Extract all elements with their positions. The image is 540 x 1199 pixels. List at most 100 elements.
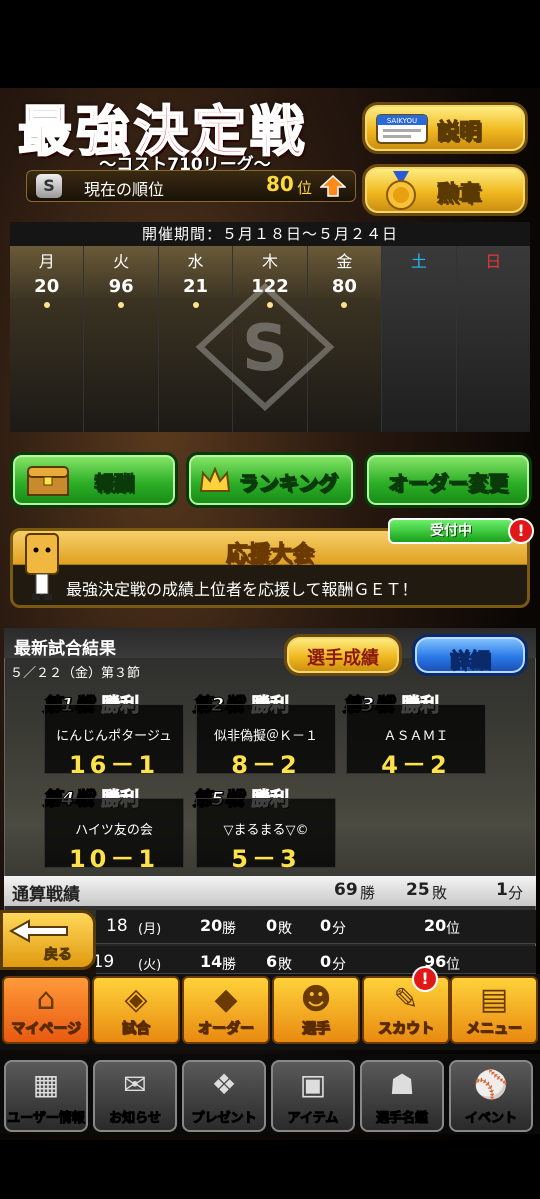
day-name: 月 <box>38 252 55 271</box>
game-score: 8－2 <box>231 751 301 779</box>
row-day: 5/19 <box>96 952 115 972</box>
row-losses: 6 <box>266 952 278 971</box>
manual-icon: SAIKYOU <box>376 114 428 144</box>
draws-unit: 分 <box>508 884 524 902</box>
event-icon: ⚾ <box>473 1068 509 1101</box>
support-event-description: 最強決定戦の成績上位者を応援して報酬ＧＥＴ！ <box>66 580 418 599</box>
day-marker <box>118 302 125 308</box>
notice-icon: ✉ <box>123 1068 147 1101</box>
medal-button[interactable]: 勲章 <box>362 164 528 216</box>
row-wins-unit: 勝 <box>222 921 236 937</box>
row-rank-unit: 位 <box>446 921 460 937</box>
game-4-card[interactable]: ハイツ友の会 10－1 <box>44 798 184 873</box>
row-draws: 0 <box>320 916 332 935</box>
losses-unit: 敗 <box>432 884 448 902</box>
row-losses: 0 <box>266 916 278 935</box>
rank-value: 80 <box>266 172 294 196</box>
reward-button[interactable]: 報酬 <box>10 452 178 508</box>
s-rank-emblem-icon: S <box>195 282 335 412</box>
row-draws-unit: 分 <box>332 957 346 973</box>
user-info-icon: ▦ <box>32 1068 60 1101</box>
help-button[interactable]: SAIKYOU 説明 <box>362 102 528 154</box>
scout-alert-icon: ! <box>412 966 438 992</box>
opponent-name: ハイツ友の会 <box>75 823 153 838</box>
rank-up-arrow-icon <box>320 175 346 197</box>
day-rank: 20 <box>34 276 60 297</box>
ranking-button[interactable]: ランキング <box>186 452 356 508</box>
nav-event[interactable]: ⚾ イベント <box>449 1060 533 1132</box>
wins-unit: 勝 <box>360 884 376 902</box>
order-change-button[interactable]: オーダー変更 <box>364 452 532 508</box>
manual-icon-text: SAIKYOU <box>387 117 417 125</box>
ranking-button-label: ランキング <box>238 471 338 496</box>
menu-icon: ▤ <box>479 982 509 1017</box>
back-button-label: 戻る <box>44 947 73 964</box>
nav-label: 試合 <box>122 1021 151 1038</box>
game-score: 5－3 <box>231 845 301 873</box>
nav-user-info[interactable]: ▦ ユーザー情報 <box>4 1060 88 1132</box>
nav-scout[interactable]: ✎ スカウト <box>362 976 450 1044</box>
total-losses: 25 <box>406 880 430 900</box>
game-score: 16－1 <box>68 751 160 779</box>
nav-label: ユーザー情報 <box>7 1111 86 1127</box>
opponent-name: ＡＳＡＭＩ <box>383 729 449 744</box>
reward-button-label: 報酬 <box>94 471 135 496</box>
detail-button[interactable]: 詳細 <box>412 634 528 676</box>
game-2-card[interactable]: 似非偽擬＠Ｋ－１ 8－2 <box>196 704 336 779</box>
row-dow: (月) <box>138 922 162 937</box>
day-name: 火 <box>113 252 130 271</box>
nav-label: スカウト <box>378 1021 435 1038</box>
detail-button-label: 詳細 <box>450 648 491 673</box>
row-draws-unit: 分 <box>332 921 346 937</box>
nav-present[interactable]: ❖ プレゼント <box>182 1060 266 1132</box>
day-rank: 96 <box>108 276 134 297</box>
game-1-card[interactable]: にんじんポタージュ 16－1 <box>44 704 184 779</box>
row-wins: 20 <box>200 916 223 935</box>
nav-players[interactable]: ☻ 選手 <box>272 976 360 1044</box>
row-draws: 0 <box>320 952 332 971</box>
medal-button-label: 勲章 <box>436 182 482 208</box>
nav-match[interactable]: ◈ 試合 <box>92 976 180 1044</box>
field-icon: ◆ <box>214 982 238 1017</box>
overall-record-bar <box>4 876 536 906</box>
nav-label: マイページ <box>11 1021 82 1038</box>
support-event-title: 応援大会 <box>225 542 314 568</box>
system-nav-area <box>0 1140 540 1199</box>
nav-menu[interactable]: ▤ メニュー <box>450 976 538 1044</box>
support-alert-icon: ! <box>508 518 534 544</box>
nav-order[interactable]: ◆ オーダー <box>182 976 270 1044</box>
rank-unit: 位 <box>297 179 313 197</box>
nav-label: プレゼント <box>191 1111 257 1127</box>
row-rank: 20 <box>424 916 447 935</box>
total-draws: 1 <box>496 880 508 900</box>
nav-mypage[interactable]: ⌂ マイページ <box>2 976 90 1044</box>
nav-notices[interactable]: ✉ お知らせ <box>93 1060 177 1132</box>
day-sat: 土 <box>382 246 457 432</box>
daily-record-row: 18 (月) 20 勝 0 敗 0 分 20 位 <box>96 910 536 944</box>
player-stats-button-label: 選手成績 <box>307 648 379 669</box>
opponent-name: にんじんポタージュ <box>56 729 172 744</box>
day-sun: 日 <box>456 246 530 432</box>
mascot-icon <box>25 533 59 600</box>
row-dow: (火) <box>138 958 162 973</box>
row-losses-unit: 敗 <box>278 921 292 937</box>
nav-items[interactable]: ▣ アイテム <box>271 1060 355 1132</box>
league-subtitle: 〜コスト710リーグ〜 <box>99 155 271 175</box>
day-marker <box>43 302 50 308</box>
order-change-button-label: オーダー変更 <box>388 471 509 496</box>
nav-label: オーダー <box>198 1021 255 1038</box>
row-day: 18 <box>106 916 128 936</box>
overall-record-label: 通算戦績 <box>12 885 80 905</box>
accepting-badge: 受付中 <box>388 518 514 544</box>
player-stats-button[interactable]: 選手成績 <box>284 634 402 676</box>
opponent-name: 似非偽擬＠Ｋ－１ <box>213 729 318 744</box>
day-tue: 火 96 <box>84 246 159 432</box>
results-date: ５／２２（金）第３節 <box>10 666 141 681</box>
game-3-card[interactable]: ＡＳＡＭＩ 4－2 <box>346 704 486 779</box>
game-score: 4－2 <box>381 751 451 779</box>
game-5-card[interactable]: ▽まるまる▽© 5－3 <box>196 798 336 873</box>
day-name: 金 <box>336 252 353 271</box>
present-icon: ❖ <box>211 1068 237 1101</box>
total-wins: 69 <box>334 880 358 900</box>
nav-player-book[interactable]: ☗ 選手名鑑 <box>360 1060 444 1132</box>
